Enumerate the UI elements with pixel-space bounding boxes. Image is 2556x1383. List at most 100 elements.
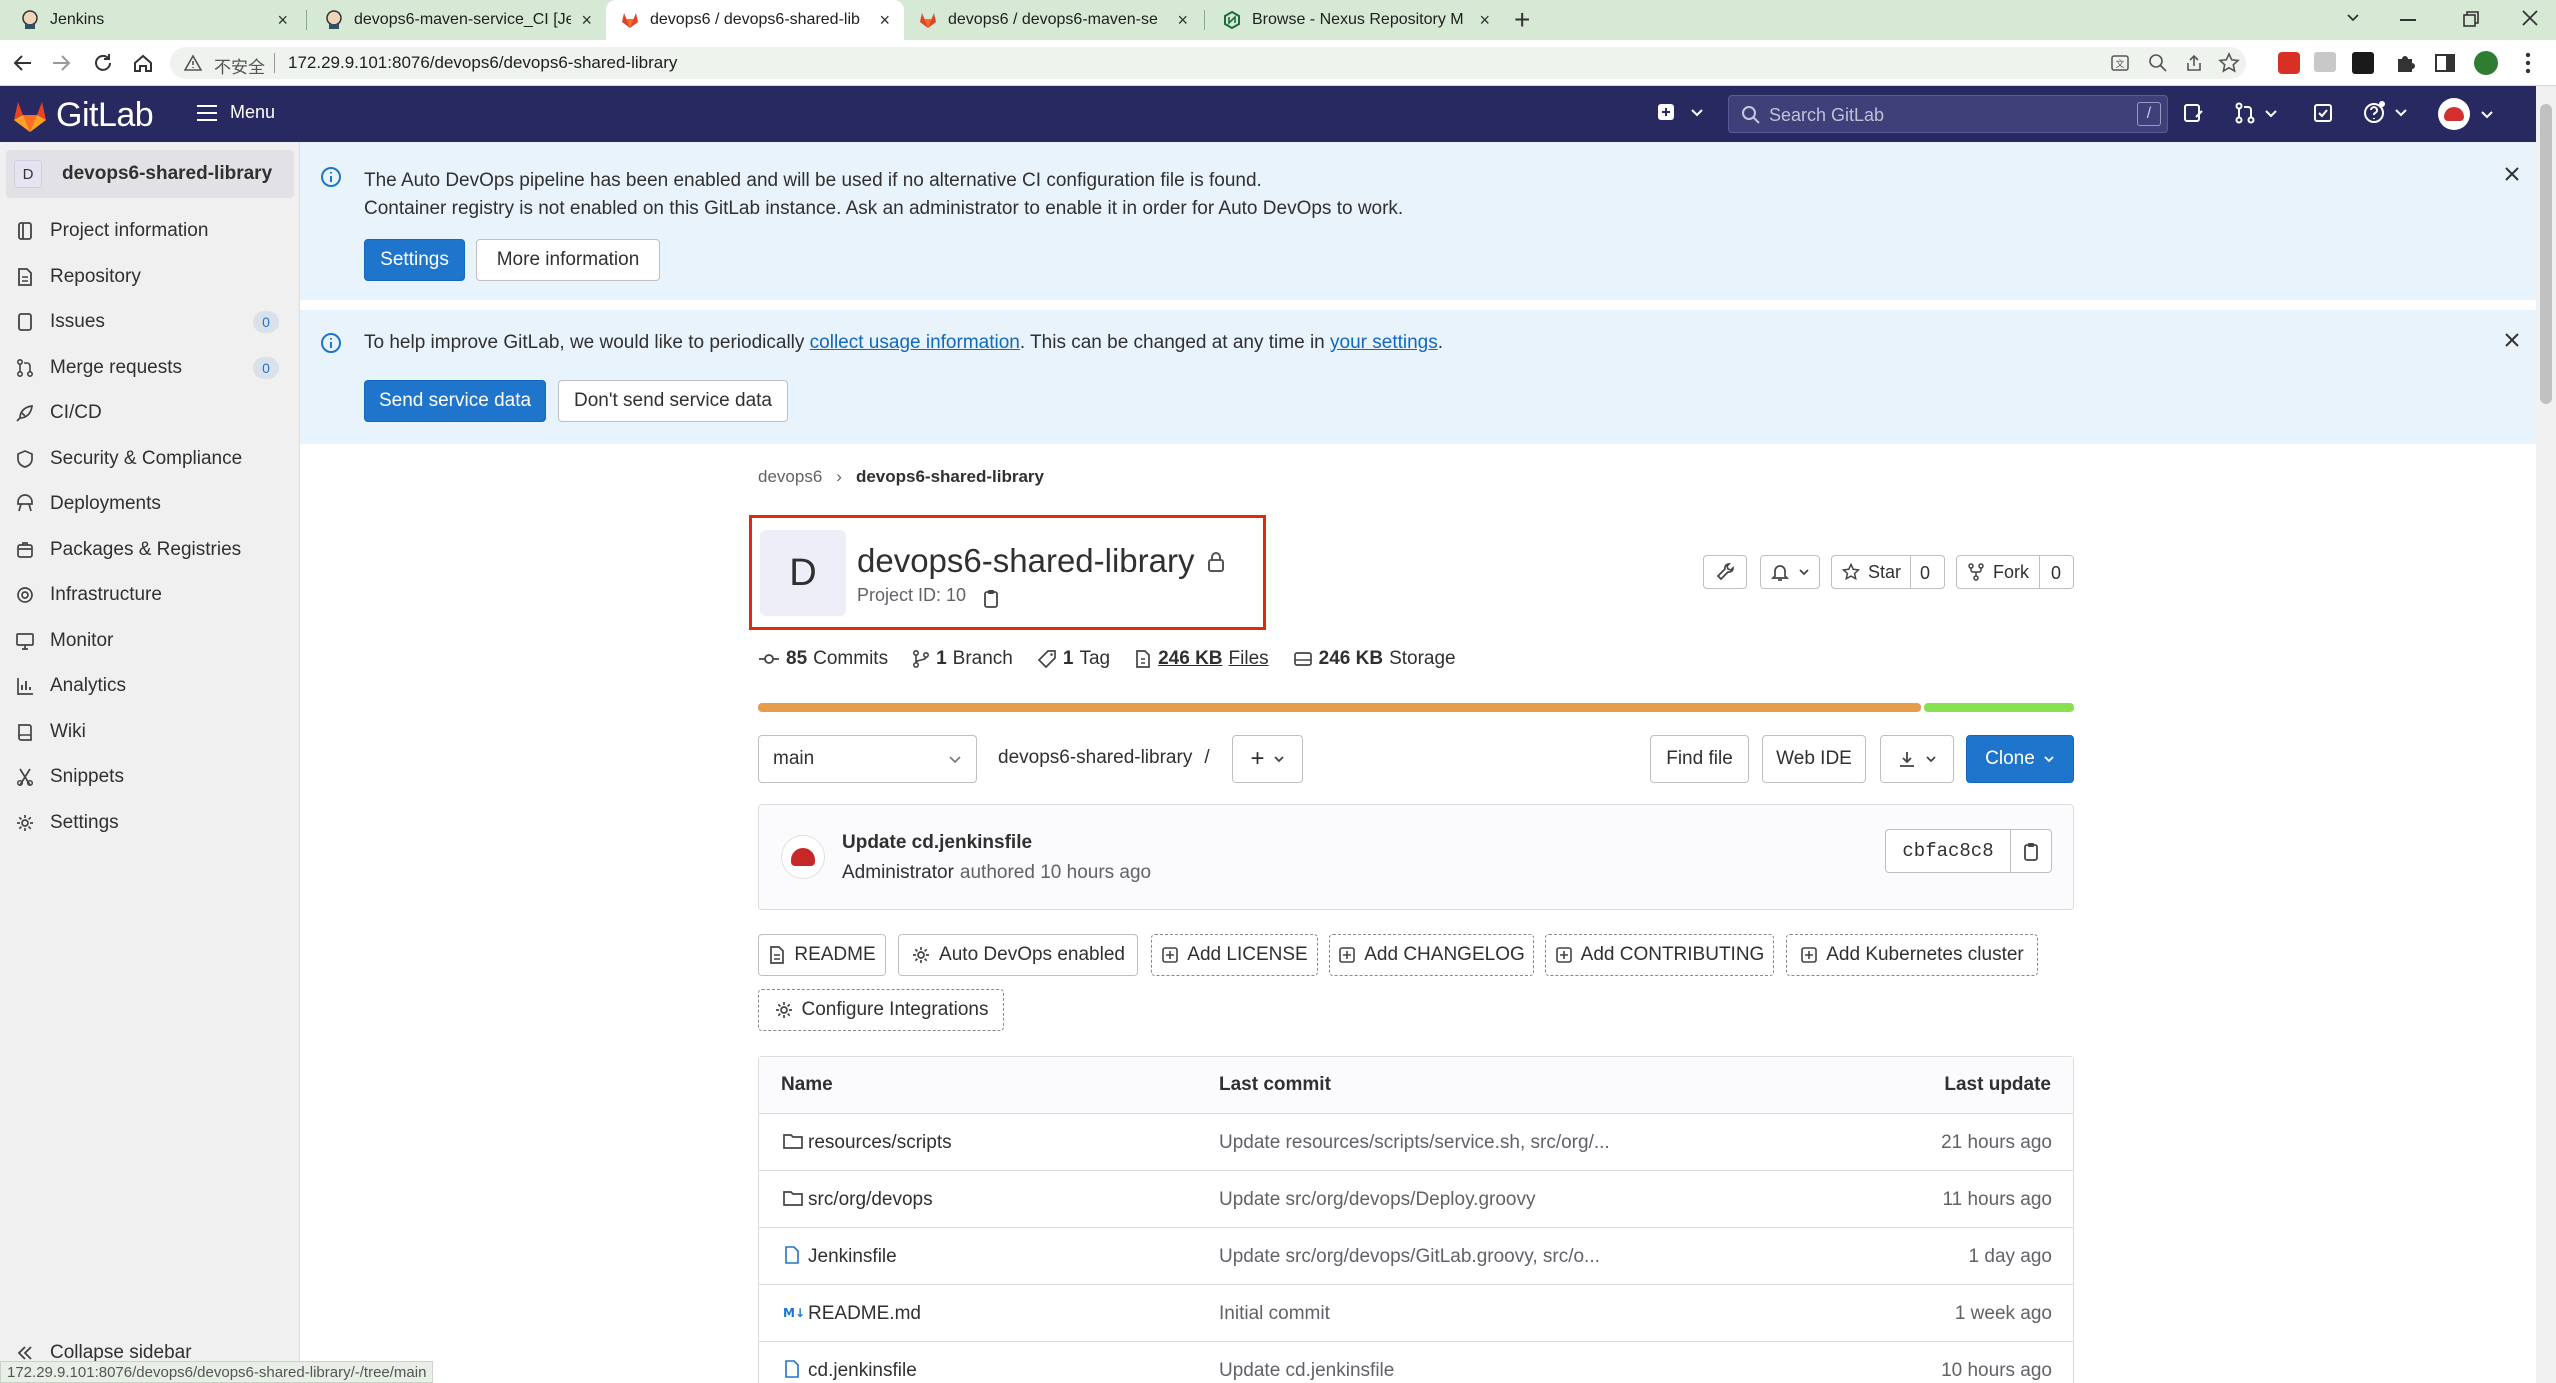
find-file-button[interactable]: Find file bbox=[1650, 735, 1749, 783]
commit-author[interactable]: Administrator bbox=[842, 862, 954, 884]
menu-button[interactable]: Menu bbox=[196, 102, 275, 123]
window-close-icon[interactable] bbox=[2520, 8, 2540, 28]
zoom-icon[interactable] bbox=[2148, 53, 2168, 73]
close-icon[interactable] bbox=[2502, 164, 2522, 184]
copy-sha-button[interactable] bbox=[2010, 829, 2052, 873]
sidebar-item-monitor[interactable]: Monitor bbox=[0, 620, 299, 662]
warning-icon[interactable] bbox=[184, 54, 202, 72]
share-icon[interactable] bbox=[2184, 53, 2204, 73]
breadcrumb-project[interactable]: devops6-shared-library bbox=[856, 467, 1044, 487]
file-name[interactable]: Jenkinsfile bbox=[808, 1246, 897, 1268]
file-name[interactable]: cd.jenkinsfile bbox=[808, 1360, 917, 1382]
file-last-commit[interactable]: Update cd.jenkinsfile bbox=[1219, 1360, 1394, 1382]
notification-button[interactable] bbox=[1760, 555, 1820, 589]
table-row[interactable]: resources/scripts Update resources/scrip… bbox=[758, 1113, 2074, 1170]
extension-icon[interactable] bbox=[2278, 52, 2300, 74]
new-tab-button[interactable]: + bbox=[1514, 4, 1530, 36]
add-changelog-button[interactable]: Add CHANGELOG bbox=[1329, 934, 1534, 976]
web-ide-button[interactable]: Web IDE bbox=[1762, 735, 1866, 783]
star-button[interactable]: Star 0 bbox=[1831, 555, 1945, 589]
clone-button[interactable]: Clone bbox=[1966, 735, 2074, 783]
collect-usage-link[interactable]: collect usage information bbox=[810, 332, 1020, 353]
reload-icon[interactable] bbox=[92, 52, 114, 74]
commit-sha[interactable]: cbfac8c8 bbox=[1885, 829, 2011, 873]
browser-menu-icon[interactable] bbox=[2524, 51, 2532, 75]
search-input[interactable]: Search GitLab / bbox=[1728, 95, 2168, 133]
sidebar-item-settings[interactable]: Settings bbox=[0, 802, 299, 844]
dont-send-service-data-button[interactable]: Don't send service data bbox=[558, 380, 788, 422]
sidebar-item-infrastructure[interactable]: Infrastructure bbox=[0, 574, 299, 616]
files-stat[interactable]: 246 KB Files bbox=[1134, 648, 1269, 670]
sidebar-item-wiki[interactable]: Wiki bbox=[0, 711, 299, 753]
home-icon[interactable] bbox=[132, 52, 154, 74]
forward-icon[interactable] bbox=[50, 52, 72, 74]
minimize-icon[interactable] bbox=[2400, 19, 2416, 21]
file-name[interactable]: src/org/devops bbox=[808, 1189, 933, 1211]
file-last-commit[interactable]: Update src/org/devops/GitLab.groovy, src… bbox=[1219, 1246, 1600, 1268]
sidebar-project-header[interactable]: D devops6-shared-library bbox=[6, 150, 294, 198]
puzzle-icon[interactable] bbox=[2394, 52, 2416, 74]
sidebar-item-merge-requests[interactable]: Merge requests 0 bbox=[0, 347, 299, 389]
project-settings-button[interactable] bbox=[1703, 555, 1747, 589]
bookmark-star-icon[interactable] bbox=[2218, 52, 2240, 74]
table-row[interactable]: src/org/devops Update src/org/devops/Dep… bbox=[758, 1170, 2074, 1227]
user-menu-button[interactable] bbox=[2438, 98, 2494, 130]
close-icon[interactable]: × bbox=[1177, 10, 1188, 31]
create-new-button[interactable] bbox=[1656, 102, 1704, 122]
close-icon[interactable]: × bbox=[879, 10, 890, 31]
file-last-commit[interactable]: Update resources/scripts/service.sh, src… bbox=[1219, 1132, 1610, 1154]
browser-tab-nexus[interactable]: Browse - Nexus Repository M × bbox=[1208, 0, 1504, 40]
url-field[interactable]: 不安全 172.29.9.101:8076/devops6/devops6-sh… bbox=[170, 47, 2246, 79]
add-license-button[interactable]: Add LICENSE bbox=[1151, 934, 1318, 976]
file-name[interactable]: resources/scripts bbox=[808, 1132, 952, 1154]
sidebar-item-cicd[interactable]: CI/CD bbox=[0, 392, 299, 434]
close-icon[interactable]: × bbox=[277, 10, 288, 31]
browser-tab-jenkins[interactable]: Jenkins × bbox=[6, 0, 302, 40]
your-settings-link[interactable]: your settings bbox=[1330, 332, 1438, 353]
table-row[interactable]: Jenkinsfile Update src/org/devops/GitLab… bbox=[758, 1227, 2074, 1284]
send-service-data-button[interactable]: Send service data bbox=[364, 380, 546, 422]
configure-integrations-button[interactable]: Configure Integrations bbox=[758, 989, 1004, 1031]
translate-icon[interactable]: 文 bbox=[2110, 53, 2130, 73]
add-contributing-button[interactable]: Add CONTRIBUTING bbox=[1545, 934, 1774, 976]
sidebar-item-snippets[interactable]: Snippets bbox=[0, 756, 299, 798]
repo-path[interactable]: devops6-shared-library bbox=[998, 747, 1192, 769]
copy-icon[interactable] bbox=[982, 588, 1000, 608]
settings-button[interactable]: Settings bbox=[364, 239, 465, 281]
browser-tab-maven-service[interactable]: devops6 / devops6-maven-se × bbox=[904, 0, 1202, 40]
table-row[interactable]: cd.jenkinsfile Update cd.jenkinsfile 10 … bbox=[758, 1341, 2074, 1383]
sidebar-item-issues[interactable]: Issues 0 bbox=[0, 301, 299, 343]
profile-avatar[interactable] bbox=[2474, 51, 2498, 75]
sidebar-item-repository[interactable]: Repository bbox=[0, 256, 299, 298]
file-name[interactable]: README.md bbox=[808, 1303, 921, 1325]
sidebar-item-packages[interactable]: Packages & Registries bbox=[0, 529, 299, 571]
fork-button[interactable]: Fork 0 bbox=[1956, 555, 2074, 589]
add-to-tree-button[interactable]: + bbox=[1232, 735, 1303, 783]
sidebar-item-analytics[interactable]: Analytics bbox=[0, 665, 299, 707]
scrollbar-thumb[interactable] bbox=[2540, 104, 2552, 404]
auto-devops-enabled-button[interactable]: Auto DevOps enabled bbox=[898, 934, 1138, 976]
browser-tab-jenkins-ci[interactable]: devops6-maven-service_CI [Je × bbox=[310, 0, 606, 40]
readme-button[interactable]: README bbox=[758, 934, 886, 976]
file-last-commit[interactable]: Initial commit bbox=[1219, 1303, 1330, 1325]
sidebar-item-project-information[interactable]: Project information bbox=[0, 210, 299, 252]
table-row[interactable]: M↓ README.md Initial commit 1 week ago bbox=[758, 1284, 2074, 1341]
commits-stat[interactable]: 85 Commits bbox=[758, 648, 888, 670]
close-icon[interactable] bbox=[2502, 330, 2522, 350]
commit-title[interactable]: Update cd.jenkinsfile bbox=[842, 832, 1032, 854]
merge-requests-topbar-button[interactable] bbox=[2234, 102, 2278, 124]
file-last-commit[interactable]: Update src/org/devops/Deploy.groovy bbox=[1219, 1189, 1535, 1211]
extension-icon[interactable] bbox=[2314, 52, 2336, 72]
page-scrollbar[interactable] bbox=[2536, 86, 2556, 1383]
breadcrumb-group[interactable]: devops6 bbox=[758, 467, 822, 487]
close-icon[interactable]: × bbox=[581, 10, 592, 31]
branches-stat[interactable]: 1 Branch bbox=[912, 648, 1013, 670]
branch-selector[interactable]: main bbox=[758, 735, 977, 783]
todos-icon[interactable] bbox=[2312, 102, 2334, 124]
add-kubernetes-cluster-button[interactable]: Add Kubernetes cluster bbox=[1786, 934, 2038, 976]
download-button[interactable] bbox=[1880, 735, 1954, 783]
more-information-button[interactable]: More information bbox=[476, 239, 660, 281]
sidepanel-icon[interactable] bbox=[2434, 52, 2456, 74]
browser-tab-shared-library[interactable]: devops6 / devops6-shared-lib × bbox=[606, 0, 904, 40]
back-icon[interactable] bbox=[12, 52, 34, 74]
